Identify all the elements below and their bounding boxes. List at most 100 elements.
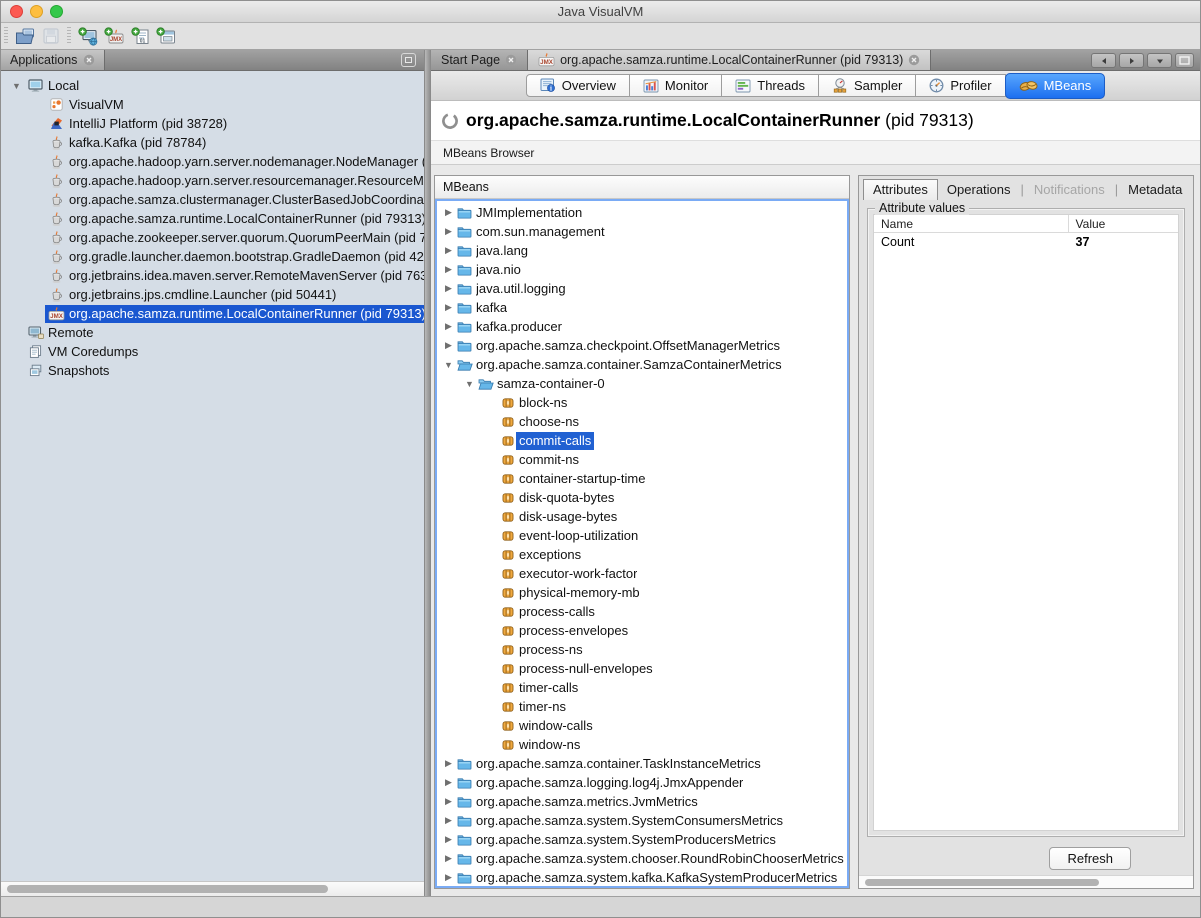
tree-item[interactable]: kafka.Kafka (pid 78784) bbox=[1, 133, 424, 152]
view-tab-sampler[interactable]: Sampler bbox=[819, 74, 916, 97]
tree-item[interactable]: timer-ns bbox=[437, 697, 847, 716]
tree-item[interactable]: ▼samza-container-0 bbox=[437, 374, 847, 393]
document-tab[interactable]: Start Page bbox=[431, 50, 528, 70]
expand-arrow-icon[interactable]: ▶ bbox=[441, 283, 456, 294]
view-tab-overview[interactable]: iOverview bbox=[526, 74, 630, 97]
tree-item[interactable]: Snapshots bbox=[1, 361, 424, 380]
load-snapshot-button[interactable] bbox=[12, 24, 38, 48]
add-remote-host-button[interactable] bbox=[75, 24, 101, 48]
add-vm-coredump-button[interactable] bbox=[153, 24, 179, 48]
close-tab-icon[interactable] bbox=[505, 54, 517, 66]
tree-item[interactable]: commit-ns bbox=[437, 450, 847, 469]
expand-arrow-icon[interactable]: ▶ bbox=[441, 758, 456, 769]
tree-item[interactable]: process-ns bbox=[437, 640, 847, 659]
view-tab-monitor[interactable]: Monitor bbox=[630, 74, 722, 97]
applications-tab[interactable]: Applications bbox=[1, 50, 105, 70]
scroll-tabs-right-button[interactable] bbox=[1119, 53, 1144, 68]
tree-item[interactable]: choose-ns bbox=[437, 412, 847, 431]
expand-arrow-icon[interactable]: ▶ bbox=[441, 796, 456, 807]
scrollbar-thumb[interactable] bbox=[865, 879, 1099, 886]
tree-item[interactable]: physical-memory-mb bbox=[437, 583, 847, 602]
expand-arrow-icon[interactable]: ▶ bbox=[441, 302, 456, 313]
tree-item[interactable]: event-loop-utilization bbox=[437, 526, 847, 545]
tab-metadata[interactable]: Metadata bbox=[1119, 180, 1191, 200]
tree-item[interactable]: block-ns bbox=[437, 393, 847, 412]
expand-arrow-icon[interactable]: ▶ bbox=[441, 321, 456, 332]
tree-item[interactable]: org.apache.hadoop.yarn.server.nodemanage… bbox=[1, 152, 424, 171]
tree-item[interactable]: ▶org.apache.samza.container.TaskInstance… bbox=[437, 754, 847, 773]
expand-arrow-icon[interactable]: ▶ bbox=[441, 340, 456, 351]
tree-item[interactable]: ▶java.nio bbox=[437, 260, 847, 279]
tree-item[interactable]: disk-usage-bytes bbox=[437, 507, 847, 526]
tree-item[interactable]: process-envelopes bbox=[437, 621, 847, 640]
save-snapshot-button[interactable] bbox=[38, 24, 64, 48]
expand-arrow-icon[interactable]: ▶ bbox=[441, 245, 456, 256]
applications-hscrollbar[interactable] bbox=[1, 881, 424, 896]
tree-item[interactable]: ▶org.apache.samza.system.kafka.KafkaSyst… bbox=[437, 868, 847, 887]
tree-item[interactable]: ▶kafka.producer bbox=[437, 317, 847, 336]
tree-item[interactable]: org.apache.hadoop.yarn.server.resourcema… bbox=[1, 171, 424, 190]
tree-item[interactable]: JMXorg.apache.samza.runtime.LocalContain… bbox=[1, 304, 424, 323]
tree-item[interactable]: window-ns bbox=[437, 735, 847, 754]
tree-item[interactable]: ▶org.apache.samza.system.chooser.RoundRo… bbox=[437, 849, 847, 868]
close-tab-icon[interactable] bbox=[908, 54, 920, 66]
zoom-window-button[interactable] bbox=[50, 5, 63, 18]
tree-item[interactable]: org.apache.zookeeper.server.quorum.Quoru… bbox=[1, 228, 424, 247]
tree-item[interactable]: ▶java.lang bbox=[437, 241, 847, 260]
tree-item[interactable]: ▶org.apache.samza.checkpoint.OffsetManag… bbox=[437, 336, 847, 355]
tree-item[interactable]: org.apache.samza.runtime.LocalContainerR… bbox=[1, 209, 424, 228]
tree-item[interactable]: org.jetbrains.jps.cmdline.Launcher (pid … bbox=[1, 285, 424, 304]
tree-item[interactable]: ▼Local bbox=[1, 76, 424, 95]
tree-item[interactable]: disk-quota-bytes bbox=[437, 488, 847, 507]
expand-arrow-icon[interactable]: ▶ bbox=[441, 815, 456, 826]
float-panel-button[interactable] bbox=[401, 53, 416, 67]
expand-arrow-icon[interactable]: ▶ bbox=[441, 207, 456, 218]
expand-arrow-icon[interactable]: ▶ bbox=[441, 872, 456, 883]
tree-item[interactable]: ▶java.util.logging bbox=[437, 279, 847, 298]
tree-item[interactable]: process-calls bbox=[437, 602, 847, 621]
collapse-arrow-icon[interactable]: ▼ bbox=[462, 379, 477, 389]
tree-item[interactable]: exceptions bbox=[437, 545, 847, 564]
tab-attributes[interactable]: Attributes bbox=[863, 179, 938, 200]
collapse-arrow-icon[interactable]: ▼ bbox=[9, 81, 24, 91]
tree-item[interactable]: IntelliJ Platform (pid 38728) bbox=[1, 114, 424, 133]
tree-item[interactable]: ▶JMImplementation bbox=[437, 203, 847, 222]
tree-item[interactable]: container-startup-time bbox=[437, 469, 847, 488]
expand-arrow-icon[interactable]: ▶ bbox=[441, 264, 456, 275]
expand-arrow-icon[interactable]: ▶ bbox=[441, 226, 456, 237]
tree-item[interactable]: ▶org.apache.samza.system.SystemConsumers… bbox=[437, 811, 847, 830]
expand-arrow-icon[interactable]: ▶ bbox=[441, 777, 456, 788]
column-header-value[interactable]: Value bbox=[1069, 215, 1178, 232]
tree-item[interactable]: VM Coredumps bbox=[1, 342, 424, 361]
scroll-tabs-left-button[interactable] bbox=[1091, 53, 1116, 68]
close-window-button[interactable] bbox=[10, 5, 23, 18]
tree-item[interactable]: org.apache.samza.clustermanager.ClusterB… bbox=[1, 190, 424, 209]
tree-item[interactable]: org.jetbrains.idea.maven.server.RemoteMa… bbox=[1, 266, 424, 285]
tree-item[interactable]: process-null-envelopes bbox=[437, 659, 847, 678]
add-jmx-connection-button[interactable]: JMX bbox=[101, 24, 127, 48]
tree-item[interactable]: timer-calls bbox=[437, 678, 847, 697]
tab-operations[interactable]: Operations bbox=[938, 180, 1020, 200]
column-header-name[interactable]: Name bbox=[874, 215, 1069, 232]
tree-item[interactable]: window-calls bbox=[437, 716, 847, 735]
expand-arrow-icon[interactable]: ▶ bbox=[441, 853, 456, 864]
refresh-button[interactable]: Refresh bbox=[1049, 847, 1131, 870]
attributes-hscrollbar[interactable] bbox=[859, 875, 1193, 888]
split-divider[interactable] bbox=[424, 50, 431, 896]
add-application-snapshot-button[interactable]: 01 bbox=[127, 24, 153, 48]
document-tab[interactable]: JMXorg.apache.samza.runtime.LocalContain… bbox=[528, 50, 931, 70]
tree-item[interactable]: ▶org.apache.samza.system.SystemProducers… bbox=[437, 830, 847, 849]
tree-item[interactable]: commit-calls bbox=[437, 431, 847, 450]
tree-item[interactable]: ▶com.sun.management bbox=[437, 222, 847, 241]
scrollbar-thumb[interactable] bbox=[7, 885, 328, 893]
tab-notifications[interactable]: Notifications bbox=[1025, 180, 1114, 200]
tree-item[interactable]: org.gradle.launcher.daemon.bootstrap.Gra… bbox=[1, 247, 424, 266]
view-tab-profiler[interactable]: Profiler bbox=[916, 74, 1005, 97]
tree-item[interactable]: ▶org.apache.samza.logging.log4j.JmxAppen… bbox=[437, 773, 847, 792]
table-row[interactable]: Count37 bbox=[874, 233, 1178, 251]
close-tab-icon[interactable] bbox=[83, 54, 95, 66]
view-tab-mbeans[interactable]: MBeans bbox=[1005, 73, 1106, 99]
collapse-arrow-icon[interactable]: ▼ bbox=[441, 360, 456, 370]
tree-item[interactable]: Remote bbox=[1, 323, 424, 342]
view-tab-threads[interactable]: Threads bbox=[722, 74, 819, 97]
